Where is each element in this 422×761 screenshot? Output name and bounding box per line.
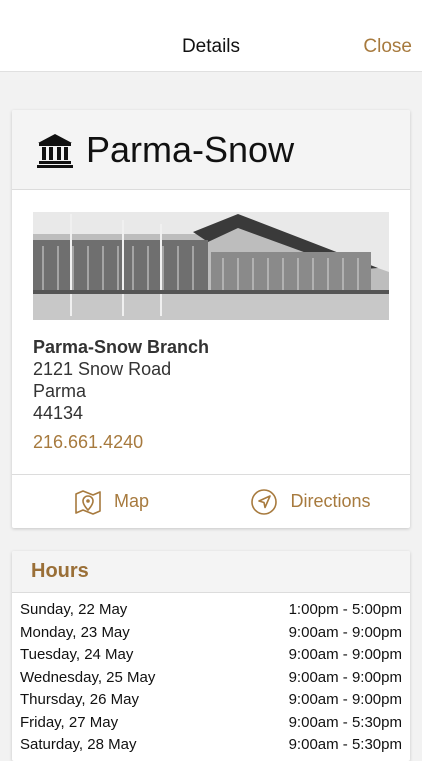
hours-time: 9:00am - 9:00pm: [288, 646, 402, 663]
hours-row: Tuesday, 24 May 9:00am - 9:00pm: [20, 644, 402, 667]
close-button[interactable]: Close: [363, 36, 412, 58]
action-bar: Map Directions: [12, 474, 410, 528]
hours-day: Sunday, 22 May: [20, 601, 128, 618]
hours-title: Hours: [31, 560, 89, 582]
branch-card: Parma-Snow Parma-Snow Branch 2121 Snow R…: [12, 110, 410, 528]
hours-day: Friday, 27 May: [20, 713, 119, 731]
hours-row: Saturday, 28 May 9:00am - 5:30pm: [20, 734, 402, 757]
branch-title: Parma-Snow: [86, 128, 295, 170]
branch-full-name: Parma-Snow Branch: [33, 337, 210, 357]
hours-day: Saturday, 28 May: [20, 736, 137, 753]
map-button[interactable]: Map: [12, 475, 211, 528]
address-line: 2121 Snow Road: [33, 359, 172, 379]
hours-time: 9:00am - 5:30pm: [288, 736, 402, 753]
hours-row: Friday, 27 May 9:00am - 5:30pm: [20, 712, 402, 735]
hours-card: Hours Sunday, 22 May 1:00pm - 5:00pm Mon…: [12, 551, 410, 761]
map-label: Map: [113, 491, 149, 511]
hours-list: Sunday, 22 May 1:00pm - 5:00pm Monday, 2…: [12, 593, 410, 757]
nav-bar: Details Close: [0, 0, 422, 72]
library-icon: [36, 131, 74, 169]
hours-row: Monday, 23 May 9:00am - 9:00pm: [20, 622, 402, 645]
branch-header: Parma-Snow: [12, 110, 410, 190]
hours-day: Monday, 23 May: [20, 623, 130, 641]
page-title: Details: [181, 36, 241, 57]
branch-info: Parma-Snow Branch 2121 Snow Road Parma 4…: [33, 336, 209, 453]
hours-row: Sunday, 22 May 1:00pm - 5:00pm: [20, 599, 402, 622]
hours-header: Hours: [12, 551, 410, 593]
directions-icon: [251, 488, 278, 515]
zip-code: 44134: [33, 403, 84, 423]
hours-row: Wednesday, 25 May 9:00am - 9:00pm: [20, 667, 402, 690]
directions-button[interactable]: Directions: [211, 475, 410, 528]
phone-link[interactable]: 216.661.4240: [33, 431, 209, 453]
hours-day: Wednesday, 25 May: [20, 668, 156, 686]
hours-row: Thursday, 26 May 9:00am - 9:00pm: [20, 689, 402, 712]
city: Parma: [33, 381, 87, 401]
hours-time: 9:00am - 9:00pm: [288, 691, 402, 708]
library-building-photo: [33, 212, 389, 320]
hours-time: 9:00am - 9:00pm: [288, 668, 402, 686]
directions-label: Directions: [290, 491, 371, 511]
hours-day: Thursday, 26 May: [20, 691, 139, 708]
hours-time: 9:00am - 9:00pm: [288, 623, 402, 641]
map-icon: [75, 489, 101, 515]
hours-time: 1:00pm - 5:00pm: [288, 601, 402, 618]
hours-time: 9:00am - 5:30pm: [288, 713, 402, 731]
hours-day: Tuesday, 24 May: [20, 646, 134, 663]
